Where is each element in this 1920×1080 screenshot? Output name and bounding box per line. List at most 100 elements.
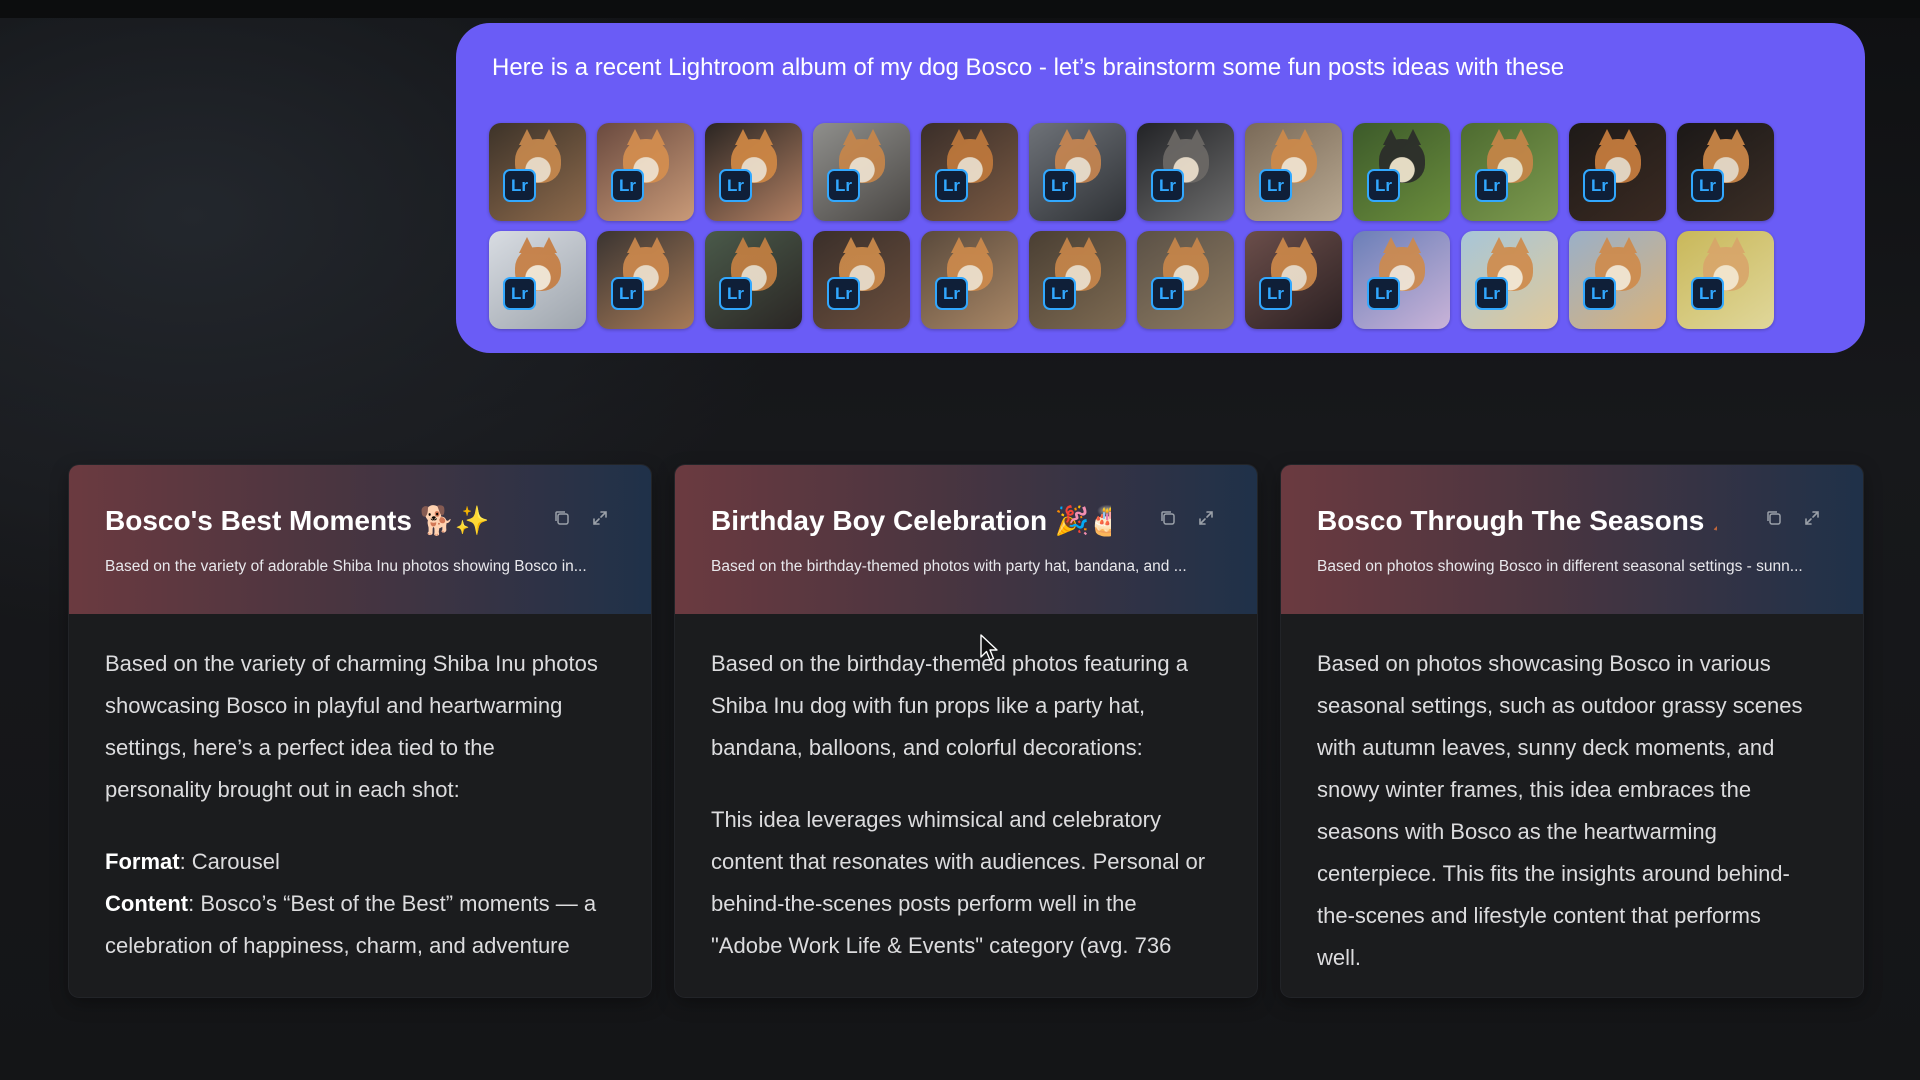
lightroom-badge-icon: Lr (1691, 277, 1724, 310)
card-title: Bosco's Best Moments 🐕✨ (105, 505, 490, 536)
text-line: snowy winter frames, this idea embraces … (1317, 777, 1752, 802)
text-line: seasonal settings, such as outdoor grass… (1317, 693, 1803, 718)
idea-card-best-moments[interactable]: Bosco's Best Moments 🐕✨ Based on the var… (69, 465, 651, 997)
copy-icon[interactable] (1159, 509, 1177, 527)
lightroom-thumbnail[interactable]: Lr (705, 123, 802, 221)
card-header: Bosco's Best Moments 🐕✨ Based on the var… (69, 465, 651, 614)
lightroom-thumbnail-grid: Lr Lr Lr Lr Lr Lr Lr Lr Lr Lr Lr Lr Lr Lr Lr Lr Lr Lr Lr Lr… (489, 123, 1774, 329)
idea-card-seasons[interactable]: Bosco Through The Seasons 🍂... Based on … (1281, 465, 1863, 997)
text-line: centerpiece. This fits the insights arou… (1317, 861, 1790, 886)
lightroom-badge-icon: Lr (827, 277, 860, 310)
text-line: showcasing Bosco in playful and heartwar… (105, 693, 563, 718)
lightroom-thumbnail[interactable]: Lr (1029, 123, 1126, 221)
lightroom-thumbnail[interactable]: Lr (1461, 231, 1558, 329)
lightroom-thumbnail[interactable]: Lr (1353, 231, 1450, 329)
lightroom-badge-icon: Lr (935, 277, 968, 310)
lightroom-badge-icon: Lr (1691, 169, 1724, 202)
text-line: Based on the variety of charming Shiba I… (105, 651, 598, 676)
lightroom-badge-icon: Lr (719, 169, 752, 202)
card-header: Bosco Through The Seasons 🍂... Based on … (1281, 465, 1863, 614)
content-value-line: : Bosco’s “Best of the Best” moments — a (188, 891, 597, 916)
text-line: personality brought out in each shot: (105, 777, 460, 802)
lightroom-thumbnail[interactable]: Lr (813, 123, 910, 221)
card-subtitle: Based on the variety of adorable Shiba I… (105, 558, 587, 575)
lightroom-badge-icon: Lr (1151, 277, 1184, 310)
user-message-text: Here is a recent Lightroom album of my d… (492, 54, 1565, 81)
lightroom-thumbnail[interactable]: Lr (1029, 231, 1126, 329)
card-subtitle: Based on the birthday-themed photos with… (711, 558, 1187, 575)
text-line: Shiba Inu dog with fun props like a part… (711, 693, 1146, 718)
content-value-line: celebration of happiness, charm, and adv… (105, 933, 570, 958)
idea-card-birthday[interactable]: Birthday Boy Celebration 🎉🎂 Based on the… (675, 465, 1257, 997)
format-label: Format (105, 849, 180, 874)
format-row: Format: Carousel (105, 841, 601, 883)
lightroom-thumbnail[interactable]: Lr (489, 123, 586, 221)
card-body: Based on the variety of charming Shiba I… (105, 643, 601, 967)
lightroom-badge-icon: Lr (1151, 169, 1184, 202)
lightroom-thumbnail[interactable]: Lr (1569, 231, 1666, 329)
lightroom-badge-icon: Lr (1367, 277, 1400, 310)
text-line: "Adobe Work Life & Events" category (avg… (711, 933, 1172, 958)
lightroom-thumbnail[interactable]: Lr (813, 231, 910, 329)
card-subtitle: Based on photos showing Bosco in differe… (1317, 558, 1803, 575)
card-paragraph: Based on the variety of charming Shiba I… (105, 643, 601, 811)
text-line: seasons with Bosco as the heartwarming (1317, 819, 1717, 844)
expand-icon[interactable] (1803, 509, 1821, 527)
lightroom-thumbnail[interactable]: Lr (1137, 123, 1234, 221)
lightroom-thumbnail[interactable]: Lr (489, 231, 586, 329)
lightroom-badge-icon: Lr (1475, 277, 1508, 310)
lightroom-thumbnail[interactable]: Lr (1677, 123, 1774, 221)
lightroom-thumbnail[interactable]: Lr (1137, 231, 1234, 329)
app-canvas: Here is a recent Lightroom album of my d… (0, 0, 1920, 1080)
card-actions (553, 509, 609, 527)
lightroom-badge-icon: Lr (1583, 277, 1616, 310)
lightroom-thumbnail[interactable]: Lr (705, 231, 802, 329)
card-title: Bosco Through The Seasons 🍂... (1317, 505, 1717, 536)
card-paragraph: Based on the birthday-themed photos feat… (711, 643, 1207, 769)
card-body: Based on photos showcasing Bosco in vari… (1317, 643, 1813, 997)
card-actions (1765, 509, 1821, 527)
lightroom-badge-icon: Lr (1475, 169, 1508, 202)
lightroom-badge-icon: Lr (1259, 169, 1292, 202)
lightroom-badge-icon: Lr (611, 169, 644, 202)
lightroom-badge-icon: Lr (1259, 277, 1292, 310)
text-line: with autumn leaves, sunny deck moments, … (1317, 735, 1775, 760)
mouse-cursor-icon (980, 634, 998, 661)
copy-icon[interactable] (1765, 509, 1783, 527)
lightroom-badge-icon: Lr (1583, 169, 1616, 202)
lightroom-badge-icon: Lr (503, 169, 536, 202)
lightroom-thumbnail[interactable]: Lr (921, 123, 1018, 221)
expand-icon[interactable] (591, 509, 609, 527)
lightroom-badge-icon: Lr (827, 169, 860, 202)
lightroom-thumbnail[interactable]: Lr (1245, 123, 1342, 221)
card-actions (1159, 509, 1215, 527)
lightroom-badge-icon: Lr (1367, 169, 1400, 202)
text-line: This idea leverages whimsical and celebr… (711, 807, 1161, 832)
lightroom-badge-icon: Lr (1043, 277, 1076, 310)
text-line: settings, here’s a perfect idea tied to … (105, 735, 495, 760)
lightroom-thumbnail[interactable]: Lr (1677, 231, 1774, 329)
text-line: bandana, balloons, and colorful decorati… (711, 735, 1143, 760)
expand-icon[interactable] (1197, 509, 1215, 527)
lightroom-thumbnail[interactable]: Lr (1461, 123, 1558, 221)
text-line: Based on photos showcasing Bosco in vari… (1317, 651, 1771, 676)
card-paragraph: This idea leverages whimsical and celebr… (711, 799, 1207, 967)
text-line: Based on the birthday-themed photos feat… (711, 651, 1188, 676)
copy-icon[interactable] (553, 509, 571, 527)
text-line: content that resonates with audiences. P… (711, 849, 1206, 874)
lightroom-badge-icon: Lr (935, 169, 968, 202)
lightroom-thumbnail[interactable]: Lr (1353, 123, 1450, 221)
lightroom-badge-icon: Lr (1043, 169, 1076, 202)
lightroom-thumbnail[interactable]: Lr (921, 231, 1018, 329)
text-line: well. (1317, 945, 1362, 970)
lightroom-thumbnail[interactable]: Lr (1245, 231, 1342, 329)
card-header: Birthday Boy Celebration 🎉🎂 Based on the… (675, 465, 1257, 614)
content-label: Content (105, 891, 189, 916)
lightroom-thumbnail[interactable]: Lr (597, 231, 694, 329)
lightroom-badge-icon: Lr (611, 277, 644, 310)
lightroom-thumbnail[interactable]: Lr (597, 123, 694, 221)
content-row: Content: Bosco’s “Best of the Best” mome… (105, 883, 601, 967)
lightroom-thumbnail[interactable]: Lr (1569, 123, 1666, 221)
card-body: Based on the birthday-themed photos feat… (711, 643, 1207, 997)
card-title: Birthday Boy Celebration 🎉🎂 (711, 505, 1111, 536)
